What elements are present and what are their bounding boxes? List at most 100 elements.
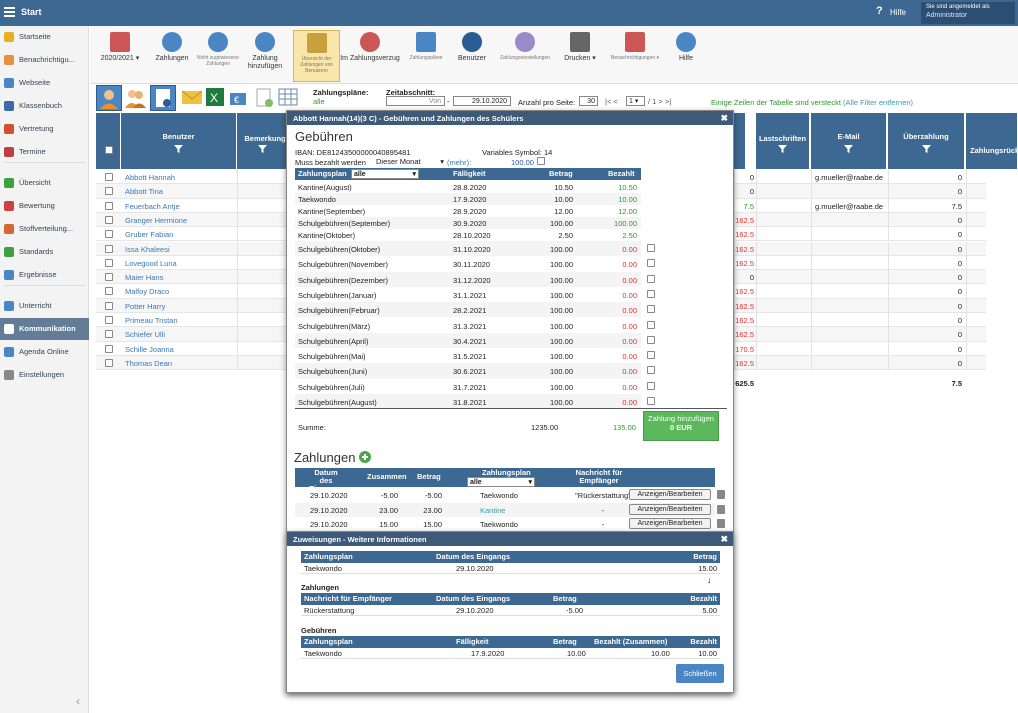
toolbar-button-1[interactable]: Zahlungen <box>150 30 194 82</box>
user-name-link[interactable]: Abbott Tina <box>125 187 163 196</box>
user-name-link[interactable]: Gruber Fabian <box>125 230 173 239</box>
sidebar-item-2[interactable]: Webseite <box>0 72 89 94</box>
user-name-link[interactable]: Primeau Tristan <box>125 316 178 325</box>
fee-plan-filter-select[interactable]: alle ▾ <box>351 169 419 179</box>
close-icon[interactable]: ✖ <box>720 534 728 545</box>
document-button[interactable] <box>252 85 278 111</box>
toolbar-button-5[interactable]: Im Zahlungsverzug <box>340 30 400 82</box>
sidebar-item-5[interactable]: Termine <box>0 141 89 163</box>
add-payment-button[interactable]: Zahlung hinzufügen 0 EUR <box>643 411 719 441</box>
row-checkbox[interactable] <box>105 201 113 210</box>
fee-checkbox[interactable] <box>647 289 655 298</box>
header-refund[interactable]: Zahlungsrück <box>966 113 1018 169</box>
fee-checkbox[interactable] <box>647 351 655 360</box>
fee-checkbox[interactable] <box>647 274 655 283</box>
user-name-link[interactable]: Thomas Dean <box>125 359 172 368</box>
page-nav-first-prev[interactable]: |< < <box>605 97 618 106</box>
sidebar-item-6[interactable]: Übersicht <box>0 172 89 194</box>
page-select[interactable]: 1 ▾ <box>626 96 645 106</box>
user-name-link[interactable]: Malfoy Draco <box>125 287 169 296</box>
toolbar-button-4[interactable]: Übersicht der Zahlungen von Benutzern <box>293 30 340 82</box>
show-edit-button[interactable]: Anzeigen/Bearbeiten <box>629 503 711 515</box>
period-from-input[interactable]: Von <box>386 96 445 106</box>
close-icon[interactable]: ✖ <box>720 113 728 124</box>
toolbar-button-7[interactable]: Benutzer <box>452 30 492 82</box>
row-checkbox[interactable] <box>105 215 113 224</box>
show-edit-button[interactable]: Anzeigen/Bearbeiten <box>629 518 711 529</box>
view-single-user-button[interactable] <box>96 85 122 111</box>
user-name-link[interactable]: Schille Joanna <box>125 345 174 354</box>
payment-plan[interactable]: Kantine <box>480 506 505 515</box>
toolbar-button-10[interactable]: Benachrichtigungen ▾ <box>602 30 668 82</box>
close-button[interactable]: Schließen <box>676 664 724 683</box>
filter-icon[interactable] <box>778 145 787 153</box>
toolbar-button-0[interactable]: 2020/2021 ▾ <box>98 30 142 82</box>
plans-value[interactable]: alle <box>313 97 325 106</box>
header-direct-debits[interactable]: Lastschriften <box>756 113 810 169</box>
page-nav-next-last[interactable]: / 1 > >| <box>648 97 671 106</box>
filter-icon[interactable] <box>174 145 183 153</box>
hamburger-menu-icon[interactable] <box>4 7 15 17</box>
trash-icon[interactable] <box>717 504 725 514</box>
row-checkbox[interactable] <box>105 316 113 324</box>
must-pay-select[interactable]: Dieser Monat ▾ <box>376 157 444 167</box>
sidebar-item-0[interactable]: Startseite <box>0 26 89 48</box>
fee-checkbox[interactable] <box>647 305 655 314</box>
user-name-link[interactable]: Abbott Hannah <box>125 173 175 182</box>
row-checkbox[interactable] <box>105 258 113 267</box>
view-group-button[interactable] <box>123 85 149 111</box>
help-icon[interactable]: ? <box>876 5 883 17</box>
help-link[interactable]: Hilfe <box>890 8 906 17</box>
sidebar-item-9[interactable]: Standards <box>0 241 89 263</box>
row-checkbox[interactable] <box>105 273 113 282</box>
header-user[interactable]: Benutzer <box>121 113 237 169</box>
sidebar-item-13[interactable]: Agenda Online <box>0 341 89 363</box>
period-to-input[interactable]: 29.10.2020 <box>453 96 511 106</box>
toolbar-button-6[interactable]: Zahlungspläne <box>404 30 448 82</box>
row-checkbox[interactable] <box>105 244 113 253</box>
fee-checkbox[interactable] <box>647 366 655 375</box>
row-checkbox[interactable] <box>105 358 113 367</box>
user-name-link[interactable]: Issa Khaleesi <box>125 245 170 254</box>
sidebar-item-3[interactable]: Klassenbuch <box>0 95 89 117</box>
pay-plan-filter-select[interactable]: alle ▾ <box>467 477 535 487</box>
row-checkbox[interactable] <box>105 287 113 296</box>
row-checkbox[interactable] <box>105 187 113 196</box>
toolbar-button-9[interactable]: Drucken ▾ <box>560 30 600 82</box>
fee-checkbox[interactable] <box>647 335 655 344</box>
sidebar-item-7[interactable]: Bewertung <box>0 195 89 217</box>
trash-icon[interactable] <box>717 519 725 528</box>
user-name-link[interactable]: Granger Hermione <box>125 216 187 225</box>
row-checkbox[interactable] <box>105 344 113 353</box>
table-button[interactable] <box>276 85 302 111</box>
user-name-link[interactable]: Schiefer Ulli <box>125 330 165 339</box>
toolbar-button-3[interactable]: Zahlung hinzufügen <box>242 30 288 82</box>
row-checkbox[interactable] <box>105 173 113 181</box>
row-checkbox[interactable] <box>105 301 113 310</box>
app-title[interactable]: Start <box>21 7 42 17</box>
row-checkbox[interactable] <box>105 330 113 339</box>
fee-checkbox[interactable] <box>647 320 655 329</box>
filter-icon[interactable] <box>921 145 931 153</box>
per-page-input[interactable]: 30 <box>579 96 598 106</box>
fee-checkbox[interactable] <box>647 397 655 405</box>
toolbar-button-8[interactable]: Zahlungseinstellungen <box>492 30 558 82</box>
view-card-button[interactable] <box>150 85 176 111</box>
row-checkbox[interactable] <box>105 230 113 239</box>
user-name-link[interactable]: Feuerbach Antje <box>125 202 180 211</box>
sidebar-item-4[interactable]: Vertretung <box>0 118 89 140</box>
sidebar-item-10[interactable]: Ergebnisse <box>0 264 89 286</box>
select-all-checkbox[interactable] <box>105 146 113 154</box>
toolbar-button-11[interactable]: Hilfe <box>671 30 701 82</box>
sidebar-item-8[interactable]: Stoffverteilung... <box>0 218 89 240</box>
bank-button[interactable]: € <box>226 85 252 111</box>
filter-icon[interactable] <box>844 145 853 153</box>
toolbar-button-2[interactable]: Nicht zugewiesene Zahlungen <box>197 30 239 82</box>
collapse-chevron-icon[interactable]: ‹ <box>76 694 80 708</box>
header-email[interactable]: E-Mail <box>811 113 887 169</box>
user-menu[interactable]: Sie sind angemeldet als Administrator <box>921 2 1015 24</box>
fee-checkbox[interactable] <box>647 244 655 252</box>
add-payment-plus-icon[interactable] <box>359 451 372 463</box>
trash-icon[interactable] <box>717 490 725 499</box>
fee-checkbox[interactable] <box>647 381 655 390</box>
